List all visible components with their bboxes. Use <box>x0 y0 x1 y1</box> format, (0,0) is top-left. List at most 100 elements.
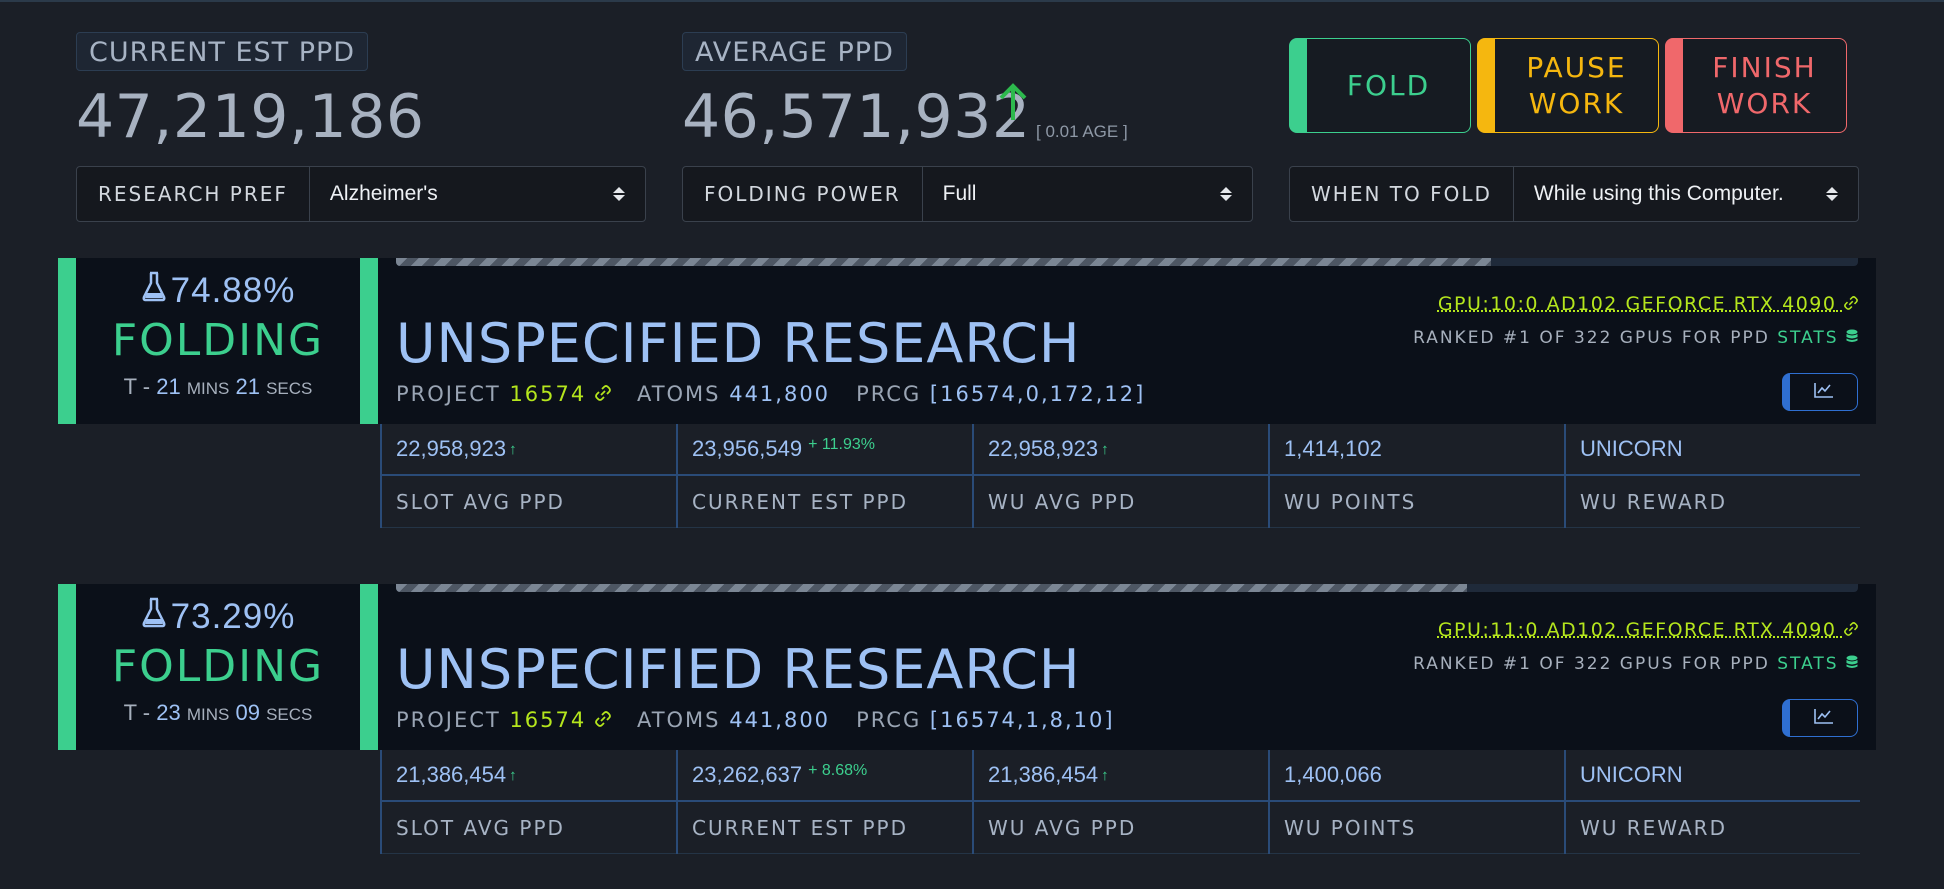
gpu-link[interactable]: GPU:11:0 AD102 GEFORCE RTX 4090 <box>1438 619 1858 641</box>
when-to-fold-label: WHEN TO FOLD <box>1290 167 1514 221</box>
eta-mins: 21 <box>156 374 181 399</box>
slot-meta: PROJECT 16574 ATOMS 441,800 PRCG [16574,… <box>396 708 1115 732</box>
line-chart-icon <box>1813 708 1834 729</box>
research-title: UNSPECIFIED RESEARCH <box>396 312 1081 375</box>
eta-prefix: T - <box>123 374 157 399</box>
ranked-label: RANKED #1 OF 322 GPUS FOR PPD <box>1413 654 1770 674</box>
current-est-ppd-label: CURRENT EST PPD <box>76 32 369 71</box>
eta-secs-unit: SECS <box>266 705 313 724</box>
metric-value: 1,414,102 <box>1284 436 1382 461</box>
flask-icon <box>141 596 167 637</box>
database-icon <box>1839 328 1858 348</box>
slot-status-panel: 74.88% FOLDING T - 21 MINS 21 SECS <box>58 258 378 424</box>
eta-mins-unit: MINS <box>186 705 230 724</box>
pause-button-label-line2: WORK <box>1528 86 1625 120</box>
eta-secs: 21 <box>235 374 260 399</box>
arrow-up-icon: ↑ <box>1101 440 1109 458</box>
project-label: PROJECT <box>396 708 501 732</box>
atoms-label: ATOMS <box>636 708 721 732</box>
finish-button-label-line1: FINISH <box>1712 50 1817 84</box>
fold-button[interactable]: FOLD <box>1289 38 1471 133</box>
arrow-up-icon <box>997 82 1029 122</box>
metric-label: SLOT AVG PPD <box>382 476 676 528</box>
metric-value: 22,958,923 <box>396 436 507 461</box>
metric-value: 21,386,454 <box>396 762 507 787</box>
slot-main-panel: UNSPECIFIED RESEARCH PROJECT 16574 ATOMS… <box>378 258 1876 424</box>
slot-meta: PROJECT 16574 ATOMS 441,800 PRCG [16574,… <box>396 382 1145 406</box>
when-to-fold-value: While using this Computer. <box>1533 182 1784 205</box>
metric-current-est-ppd: 23,956,549 + 11.93% CURRENT EST PPD <box>676 424 972 528</box>
gpu-link[interactable]: GPU:10:0 AD102 GEFORCE RTX 4090 <box>1438 293 1858 315</box>
prcg-label: PRCG <box>856 708 922 732</box>
eta-mins-unit: MINS <box>186 379 230 398</box>
slot-progress-bar <box>396 584 1858 592</box>
slot-metrics: 21,386,454 ↑ SLOT AVG PPD 23,262,637 + 8.68… <box>380 750 1860 854</box>
fold-button-label: FOLD <box>1346 68 1431 102</box>
eta-mins: 23 <box>156 700 181 725</box>
metric-slot-avg-ppd: 21,386,454 ↑ SLOT AVG PPD <box>380 750 676 854</box>
metric-value: 23,956,549 <box>692 436 803 461</box>
project-link[interactable]: 16574 <box>509 708 611 732</box>
research-title: UNSPECIFIED RESEARCH <box>396 638 1081 701</box>
average-ppd-value: 46,571,932 <box>682 82 1031 152</box>
atoms-label: ATOMS <box>636 382 721 406</box>
metric-wu-reward: UNICORN WU REWARD <box>1564 750 1860 854</box>
slot-progress-percent: 73.29% <box>170 596 296 636</box>
stats-link[interactable]: STATS <box>1777 654 1858 674</box>
metric-label: WU AVG PPD <box>974 802 1268 854</box>
metric-label: SLOT AVG PPD <box>382 802 676 854</box>
ranked-text: RANKED #1 OF 322 GPUS FOR PPD STATS <box>1413 654 1858 674</box>
slot-progress-fill <box>396 584 1468 592</box>
current-est-ppd-value: 47,219,186 <box>76 82 425 152</box>
when-to-fold-select[interactable]: WHEN TO FOLD While using this Computer. <box>1289 166 1859 222</box>
slot-metrics: 22,958,923 ↑ SLOT AVG PPD 23,956,549 + 11.9… <box>380 424 1860 528</box>
arrow-up-icon: ↑ <box>1101 766 1109 784</box>
folding-power-select[interactable]: FOLDING POWER Full <box>682 166 1253 222</box>
metric-slot-avg-ppd: 22,958,923 ↑ SLOT AVG PPD <box>380 424 676 528</box>
select-caret-icon <box>1826 187 1838 201</box>
eta-prefix: T - <box>123 700 157 725</box>
metric-value: UNICORN <box>1580 436 1683 461</box>
chart-button[interactable] <box>1782 373 1858 411</box>
ranked-label: RANKED #1 OF 322 GPUS FOR PPD <box>1413 328 1770 348</box>
atoms-value: 441,800 <box>729 708 831 732</box>
prcg-label: PRCG <box>856 382 922 406</box>
metric-wu-points: 1,400,066 WU POINTS <box>1268 750 1564 854</box>
slot-status: FOLDING <box>111 641 325 692</box>
metric-change: + 8.68% <box>808 762 868 779</box>
metric-label: CURRENT EST PPD <box>678 476 972 528</box>
slot-progress-percent: 74.88% <box>170 270 296 310</box>
slot-progress-bar <box>396 258 1858 266</box>
arrow-up-icon: ↑ <box>509 440 517 458</box>
project-link[interactable]: 16574 <box>509 382 611 406</box>
slot-status-panel: 73.29% FOLDING T - 23 MINS 09 SECS <box>58 584 378 750</box>
pause-button-label-line1: PAUSE <box>1526 50 1627 84</box>
slot-status: FOLDING <box>111 315 325 366</box>
stats-link[interactable]: STATS <box>1777 328 1858 348</box>
metric-label: CURRENT EST PPD <box>678 802 972 854</box>
select-caret-icon <box>1220 187 1232 201</box>
atoms-value: 441,800 <box>729 382 831 406</box>
arrow-up-icon: ↑ <box>509 766 517 784</box>
line-chart-icon <box>1813 382 1834 403</box>
pause-work-button[interactable]: PAUSE WORK <box>1477 38 1659 133</box>
chart-button[interactable] <box>1782 699 1858 737</box>
metric-value: 1,400,066 <box>1284 762 1382 787</box>
folding-power-value: Full <box>942 182 977 205</box>
link-icon <box>1836 293 1858 315</box>
metric-value: 21,386,454 <box>988 762 1099 787</box>
project-label: PROJECT <box>396 382 501 406</box>
select-caret-icon <box>613 187 625 201</box>
research-pref-select[interactable]: RESEARCH PREF Alzheimer's <box>76 166 646 222</box>
flask-icon <box>141 270 167 311</box>
prcg-value: [16574,1,8,10] <box>929 708 1115 732</box>
metric-value: UNICORN <box>1580 762 1683 787</box>
finish-work-button[interactable]: FINISH WORK <box>1665 38 1847 133</box>
metric-label: WU REWARD <box>1566 802 1860 854</box>
link-icon <box>1836 619 1858 641</box>
metric-label: WU AVG PPD <box>974 476 1268 528</box>
metric-value: 22,958,923 <box>988 436 1099 461</box>
slot-main-panel: UNSPECIFIED RESEARCH PROJECT 16574 ATOMS… <box>378 584 1876 750</box>
metric-change: + 11.93% <box>808 436 875 453</box>
finish-button-label-line2: WORK <box>1716 86 1813 120</box>
